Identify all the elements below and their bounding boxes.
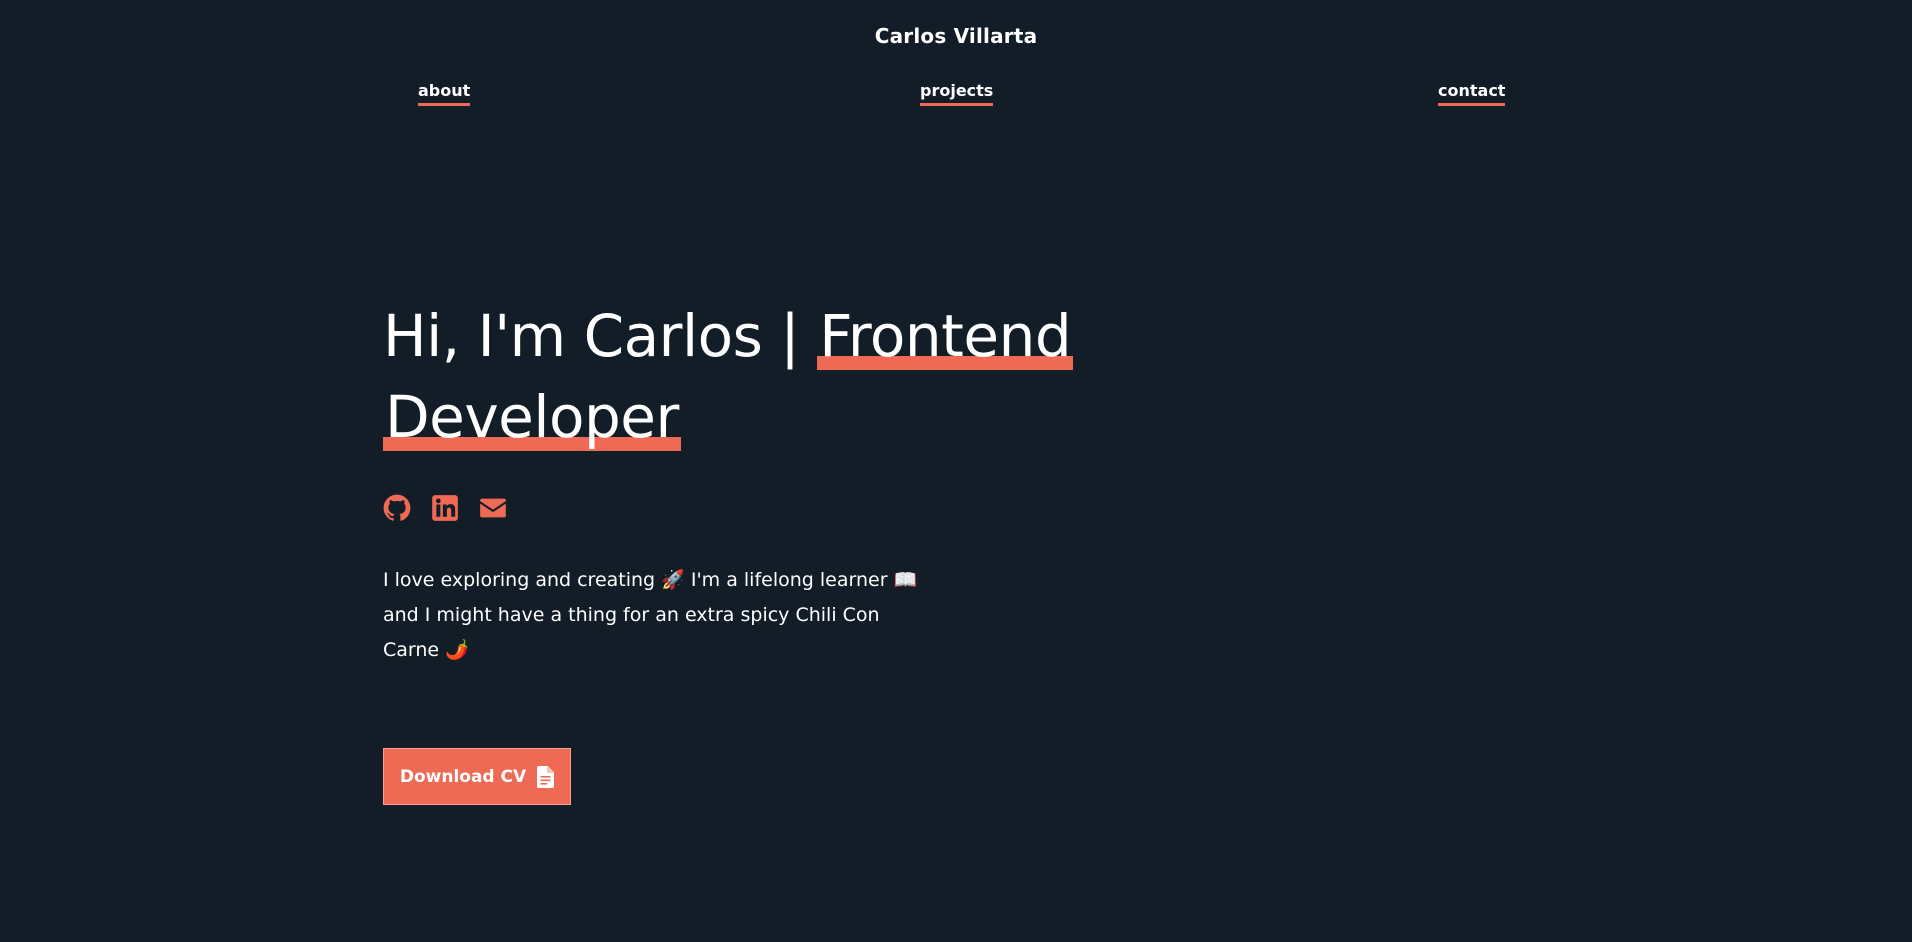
download-cv-label: Download CV: [399, 766, 527, 787]
social-links: [383, 494, 507, 522]
file-document-icon: [537, 765, 555, 788]
nav-link-projects[interactable]: projects: [920, 80, 994, 106]
bio-line: Carne 🌶️: [383, 639, 469, 661]
github-icon[interactable]: [383, 494, 411, 522]
linkedin-icon[interactable]: [431, 494, 459, 522]
download-cv-button[interactable]: Download CV: [383, 748, 571, 805]
site-title: Carlos Villarta: [874, 24, 1038, 48]
nav-link-contact[interactable]: contact: [1438, 80, 1506, 106]
bio-line: I love exploring and creating 🚀 I'm a li…: [383, 569, 918, 591]
hero-heading-prefix: Hi, I'm Carlos |: [383, 302, 818, 370]
hero-heading: Hi, I'm Carlos | Frontend Developer: [383, 296, 1103, 458]
page: Carlos Villarta about projects contact H…: [0, 0, 1912, 942]
bio-text: I love exploring and creating 🚀 I'm a li…: [383, 563, 918, 668]
hero-heading-highlight-frontend: Frontend: [817, 302, 1074, 370]
bio-line: and I might have a thing for an extra sp…: [383, 604, 880, 626]
hero-heading-highlight-developer: Developer: [383, 383, 681, 451]
nav-link-about[interactable]: about: [418, 80, 471, 106]
mail-icon[interactable]: [479, 494, 507, 522]
